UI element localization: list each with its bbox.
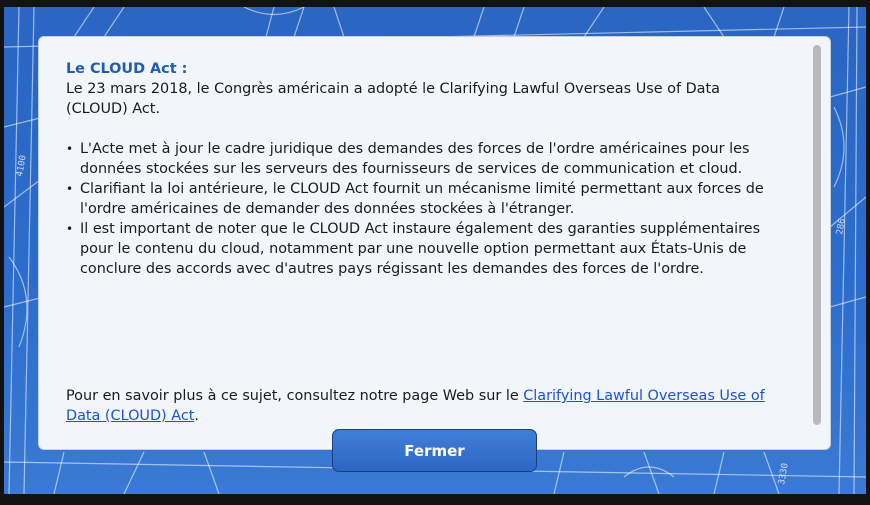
bullet-list: L'Acte met à jour le cadre juridique des…: [66, 139, 786, 279]
scrollbar[interactable]: [813, 45, 821, 425]
dialog-footer: Pour en savoir plus à ce sujet, consulte…: [66, 386, 786, 426]
blueprint-label-left: 4100: [15, 154, 29, 177]
close-button[interactable]: Fermer: [332, 429, 537, 472]
footer-text: Pour en savoir plus à ce sujet, consulte…: [66, 388, 524, 404]
scrollbar-thumb[interactable]: [813, 45, 821, 425]
footer-end: .: [194, 408, 199, 424]
dialog-intro: Le 23 mars 2018, le Congrès américain a …: [66, 81, 720, 117]
dialog-title: Le CLOUD Act :: [66, 61, 188, 77]
blueprint-backdrop: 4100 286 3330 Le CLOUD Act : Le 23 mars …: [4, 7, 866, 494]
blueprint-label-bottom: 3330: [777, 462, 791, 485]
blueprint-label-right: 286: [835, 218, 848, 236]
bullet-item: Il est important de noter que le CLOUD A…: [66, 219, 786, 279]
cloud-act-dialog: Le CLOUD Act : Le 23 mars 2018, le Congr…: [38, 36, 831, 450]
bullet-item: L'Acte met à jour le cadre juridique des…: [66, 139, 786, 179]
bullet-item: Clarifiant la loi antérieure, le CLOUD A…: [66, 179, 786, 219]
dialog-content: Le CLOUD Act : Le 23 mars 2018, le Congr…: [66, 59, 786, 424]
